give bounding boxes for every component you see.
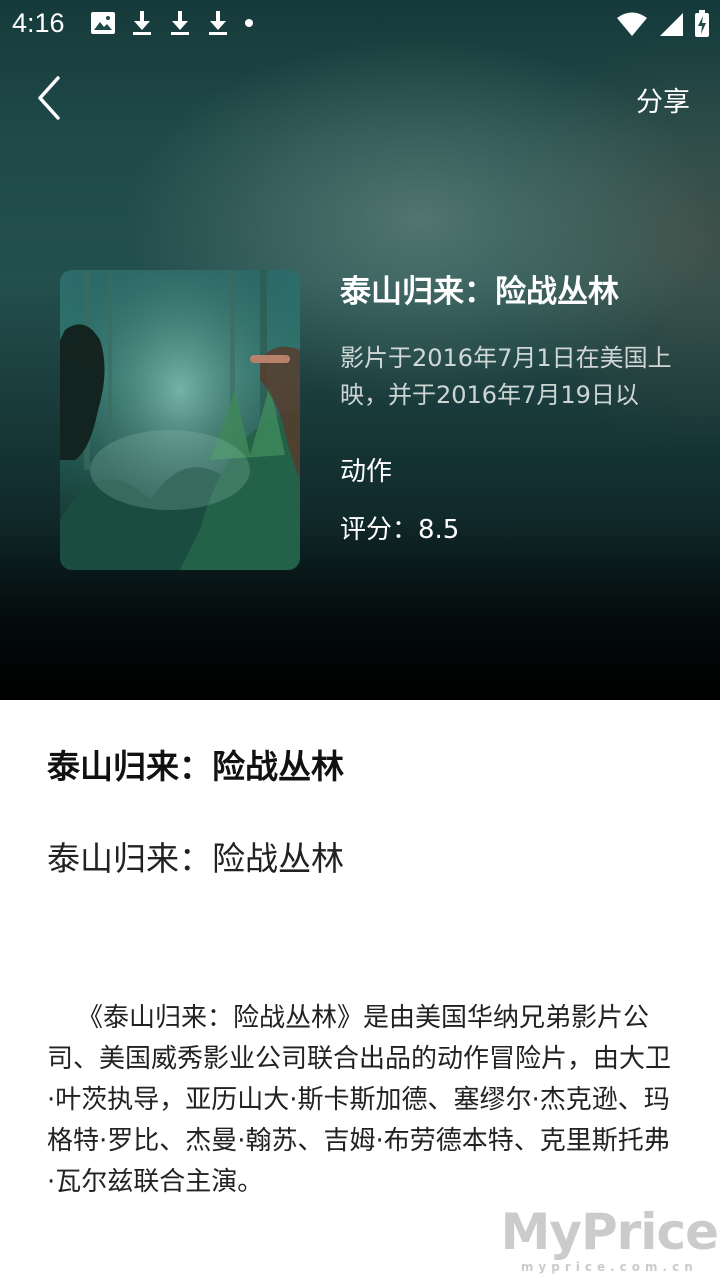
image-notification-icon bbox=[90, 10, 116, 36]
chevron-left-icon bbox=[38, 76, 60, 120]
detail-body: 《泰山归来：险战丛林》是由美国华纳兄弟影片公司、美国威秀影业公司联合出品的动作冒… bbox=[47, 1003, 672, 1197]
top-toolbar: 分享 bbox=[0, 60, 720, 140]
download-icon bbox=[206, 10, 230, 36]
notification-icons bbox=[90, 10, 254, 36]
download-icon bbox=[168, 10, 192, 36]
wifi-icon bbox=[616, 11, 648, 41]
movie-rating: 评分：8.5 bbox=[340, 515, 460, 545]
watermark-sub: myprice.com.cn bbox=[520, 1260, 698, 1274]
movie-description: 影片于2016年7月1日在美国上映，并于2016年7月19日以 bbox=[340, 344, 672, 409]
cell-signal-icon bbox=[658, 11, 684, 41]
system-status-icons bbox=[616, 10, 710, 42]
movie-info: 泰山归来：险战丛林 影片于2016年7月1日在美国上映，并于2016年7月19日… bbox=[340, 270, 690, 548]
share-button[interactable]: 分享 bbox=[636, 80, 690, 119]
back-button[interactable] bbox=[30, 75, 70, 121]
download-icon bbox=[130, 10, 154, 36]
movie-title: 泰山归来：险战丛林 bbox=[340, 274, 619, 310]
movie-genre: 动作 bbox=[340, 457, 393, 487]
watermark-logo: MyPrice myprice.com.cn bbox=[500, 1203, 719, 1274]
detail-title: 泰山归来：险战丛林 bbox=[47, 747, 344, 786]
more-notifications-dot-icon bbox=[244, 10, 254, 36]
detail-section: 泰山归来：险战丛林 泰山归来：险战丛林 bbox=[47, 740, 677, 886]
movie-poster bbox=[60, 270, 300, 570]
status-time: 4:16 bbox=[12, 8, 65, 38]
status-bar: 4:16 bbox=[0, 0, 720, 48]
detail-subtitle: 泰山归来：险战丛林 bbox=[47, 839, 344, 878]
battery-charging-icon bbox=[694, 10, 710, 42]
watermark-main: MyPrice bbox=[500, 1203, 719, 1261]
